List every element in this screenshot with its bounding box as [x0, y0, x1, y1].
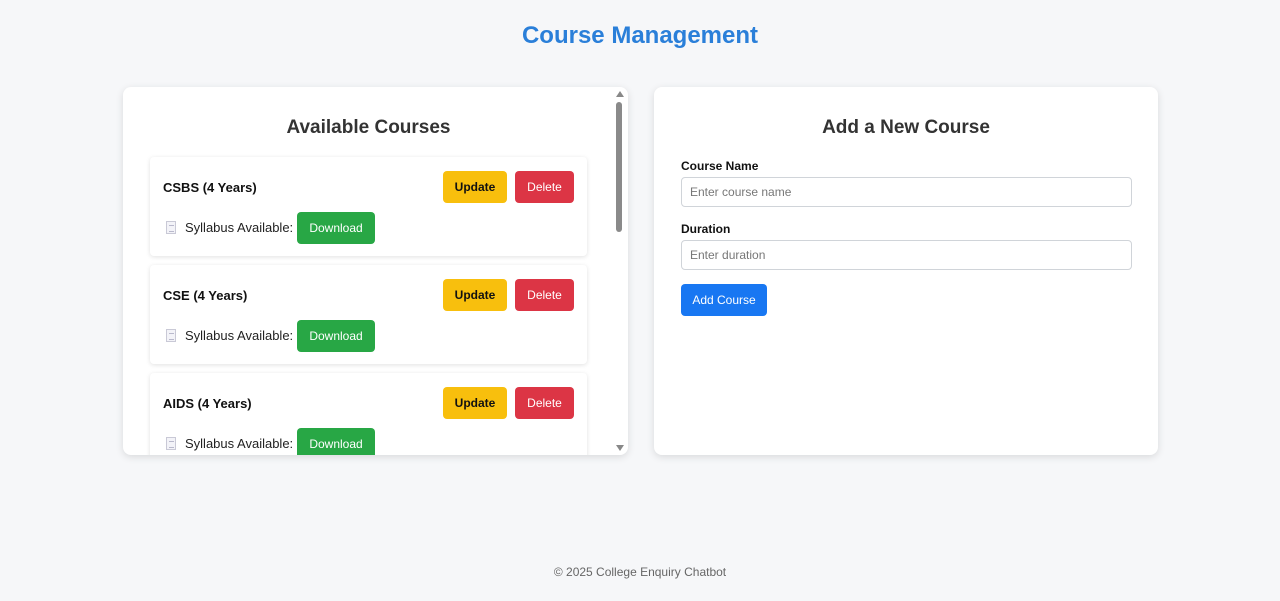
update-button[interactable]: Update [443, 171, 507, 203]
available-courses-panel: Available Courses CSBS (4 Years) Update … [123, 87, 628, 455]
course-title: CSE (4 Years) [163, 288, 248, 303]
add-course-heading: Add a New Course [822, 117, 990, 138]
footer: © 2025 College Enquiry Chatbot [553, 565, 727, 579]
download-button[interactable]: Download [297, 212, 375, 244]
download-button[interactable]: Download [297, 320, 375, 352]
add-course-panel: Add a New Course Course Name Duration Ad… [654, 87, 1158, 455]
course-title: AIDS (4 Years) [163, 396, 252, 411]
duration-label: Duration [681, 222, 731, 236]
syllabus-label: Syllabus Available: [185, 328, 294, 343]
document-icon [166, 221, 176, 234]
delete-button[interactable]: Delete [515, 279, 574, 311]
scroll-down-arrow-icon[interactable] [616, 445, 624, 451]
document-icon [166, 437, 176, 450]
download-button[interactable]: Download [297, 428, 375, 455]
available-courses-heading: Available Courses [286, 117, 451, 138]
scroll-thumb[interactable] [616, 102, 622, 232]
syllabus-label: Syllabus Available: [185, 220, 294, 235]
duration-input[interactable] [681, 240, 1132, 270]
delete-button[interactable]: Delete [515, 171, 574, 203]
document-icon [166, 329, 176, 342]
course-name-input[interactable] [681, 177, 1132, 207]
scroll-up-arrow-icon[interactable] [616, 91, 624, 97]
course-card: CSE (4 Years) Update Delete Syllabus Ava… [150, 265, 587, 364]
update-button[interactable]: Update [443, 279, 507, 311]
courses-scrollbar[interactable] [614, 87, 628, 455]
course-name-label: Course Name [681, 159, 759, 173]
add-course-button[interactable]: Add Course [681, 284, 767, 316]
course-title: CSBS (4 Years) [163, 180, 257, 195]
delete-button[interactable]: Delete [515, 387, 574, 419]
course-card: CSBS (4 Years) Update Delete Syllabus Av… [150, 157, 587, 256]
course-card: AIDS (4 Years) Update Delete Syllabus Av… [150, 373, 587, 455]
page-title: Course Management [521, 22, 759, 49]
syllabus-label: Syllabus Available: [185, 436, 294, 451]
update-button[interactable]: Update [443, 387, 507, 419]
